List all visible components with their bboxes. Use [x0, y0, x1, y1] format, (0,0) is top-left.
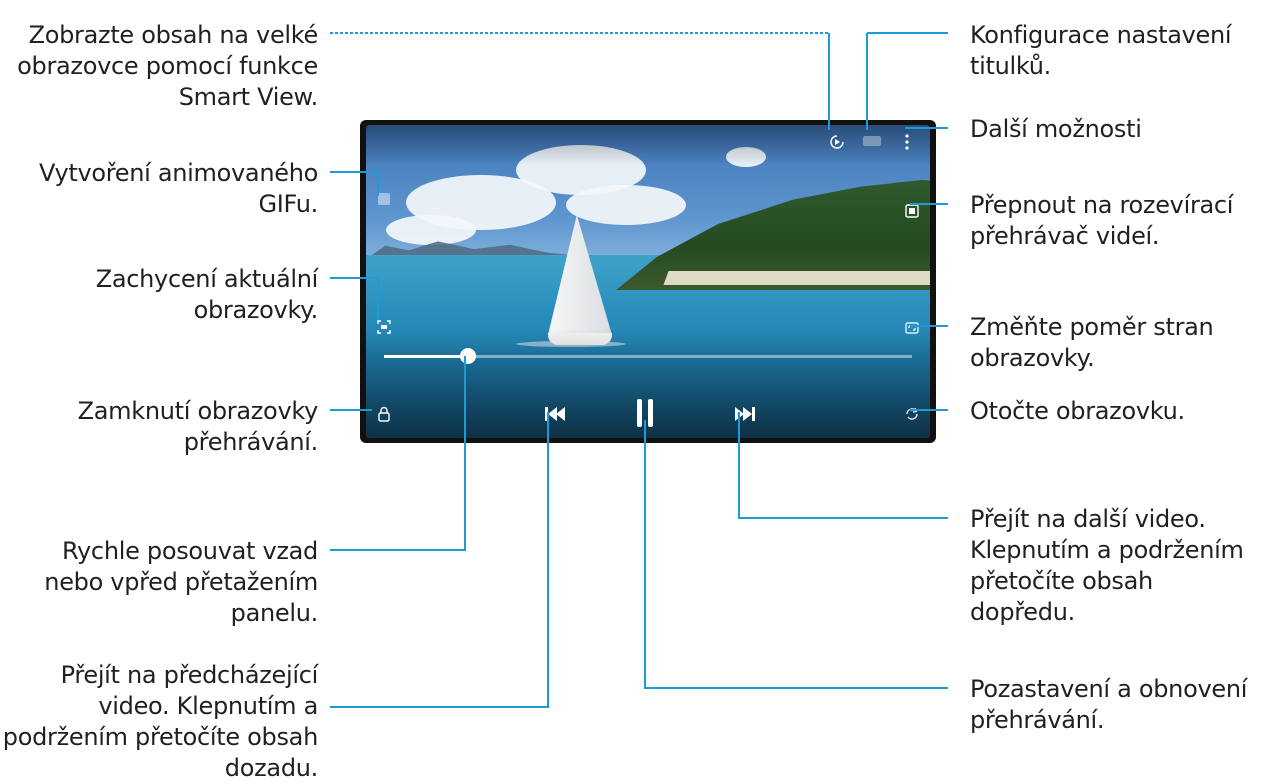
skip-next-icon [735, 407, 755, 421]
aspect-ratio-button[interactable] [902, 318, 922, 338]
popup-player-icon [905, 204, 919, 218]
callout-ratio: Změňte poměr stran obrazovky. [970, 313, 1214, 372]
video-player[interactable] [366, 125, 930, 438]
smart-view-icon [830, 135, 844, 149]
lock-icon [378, 406, 390, 422]
seek-bar[interactable] [384, 348, 912, 364]
callout-previous: Přejít na předcházející video. Klepnutím… [2, 661, 319, 782]
smart-view-button[interactable] [826, 131, 848, 153]
callout-lock: Zamknutí obrazovky přehrávání. [77, 397, 319, 456]
gif-button[interactable] [374, 189, 394, 209]
pause-button[interactable] [630, 395, 660, 431]
callout-next: Přejít na další video. Klepnutím a podrž… [970, 505, 1244, 626]
capture-button[interactable] [374, 317, 394, 337]
more-options-button[interactable] [900, 131, 914, 153]
callout-rotate: Otočte obrazovku. [970, 397, 1185, 425]
pause-icon [637, 399, 653, 427]
rotate-icon [906, 407, 918, 420]
callout-pause: Pozastavení a obnovení přehrávání. [970, 675, 1248, 734]
next-button[interactable] [730, 401, 760, 427]
rotate-button[interactable] [902, 403, 922, 425]
aspect-ratio-icon [905, 322, 919, 334]
subtitles-button[interactable] [860, 133, 884, 149]
gif-icon [378, 193, 390, 205]
callout-smart-view: Zobrazte obsah na velké obrazovce pomocí… [17, 21, 318, 111]
seek-bar-fill [384, 355, 469, 358]
callout-seek: Rychle posouvat vzad nebo vpřed přetažen… [44, 537, 318, 627]
cloud [386, 215, 476, 245]
leader-previous [330, 412, 549, 708]
lock-button[interactable] [374, 403, 394, 425]
callout-capture: Zachycení aktuální obrazovky. [95, 265, 319, 324]
capture-icon [377, 320, 391, 334]
cloud [566, 185, 686, 225]
callout-more-options: Další možnosti [970, 115, 1142, 143]
video-beach [663, 271, 930, 285]
phone-frame [360, 120, 936, 443]
callout-subtitles: Konfigurace nastavení titulků. [970, 21, 1232, 80]
callout-gif: Vytvoření animovaného GIFu. [38, 159, 318, 218]
more-vertical-icon [905, 134, 909, 150]
skip-previous-icon [545, 407, 565, 421]
callout-popup-player: Přepnout na rozevírací přehrávač videí. [970, 191, 1234, 250]
leader-pause [644, 420, 948, 689]
subtitles-icon [863, 136, 881, 146]
previous-button[interactable] [540, 401, 570, 427]
popup-player-button[interactable] [902, 201, 922, 221]
